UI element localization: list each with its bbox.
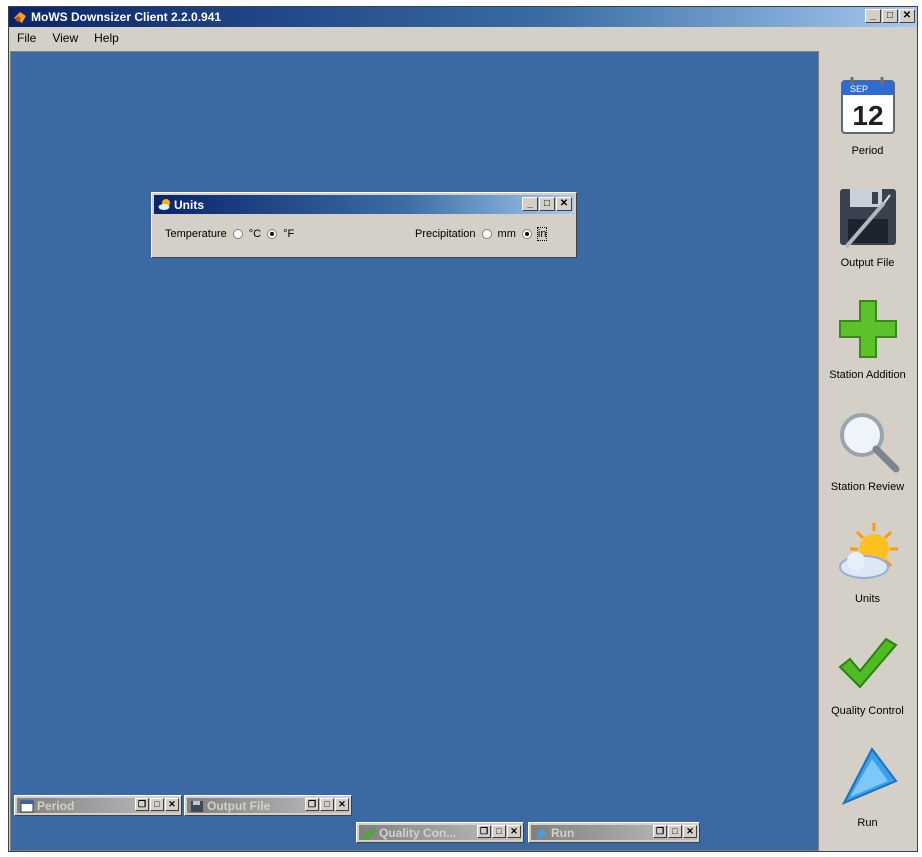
tool-period-label: Period — [851, 145, 884, 157]
run-maximize-button[interactable]: □ — [668, 825, 682, 838]
sun-cloud-icon — [838, 523, 898, 579]
app-title: MoWS Downsizer Client 2.2.0.941 — [31, 10, 222, 24]
radio-mm[interactable] — [481, 229, 492, 239]
quality-control-restore-button[interactable]: ❐ — [477, 825, 491, 838]
in-label: in — [536, 227, 548, 241]
tool-output-file[interactable]: Output File — [820, 185, 915, 297]
tool-quality-control[interactable]: Quality Control — [820, 633, 915, 745]
close-button[interactable]: ✕ — [899, 9, 915, 23]
minimized-quality-control-window[interactable]: Quality Con... ❐ □ ✕ — [356, 822, 524, 843]
tool-station-addition[interactable]: Station Addition — [820, 297, 915, 409]
units-window-titlebar[interactable]: Units _ □ ✕ — [154, 195, 574, 214]
maximize-button[interactable]: □ — [882, 9, 898, 23]
menu-file[interactable]: File — [15, 31, 38, 45]
quality-control-close-button[interactable]: ✕ — [507, 825, 521, 838]
calendar-month-text: SEP — [850, 84, 868, 94]
period-maximize-button[interactable]: □ — [150, 798, 164, 811]
units-window-title: Units — [174, 198, 204, 212]
tool-units[interactable]: Units — [820, 521, 915, 633]
play-triangle-icon — [841, 747, 898, 806]
run-restore-button[interactable]: ❐ — [653, 825, 667, 838]
magnifier-icon — [839, 413, 899, 473]
main-titlebar[interactable]: MoWS Downsizer Client 2.2.0.941 _ □ ✕ — [9, 7, 917, 27]
calendar-icon: SEP 12 — [840, 77, 895, 134]
calendar-day-text: 12 — [852, 100, 883, 131]
tool-run[interactable]: Run — [820, 745, 915, 857]
minimized-output-file-window[interactable]: Output File ❐ □ ✕ — [184, 795, 352, 816]
tool-quality-control-label: Quality Control — [831, 705, 904, 717]
period-restore-button[interactable]: ❐ — [135, 798, 149, 811]
fahrenheit-label: °F — [283, 228, 295, 240]
units-maximize-button[interactable]: □ — [539, 197, 555, 211]
minimized-output-file-title: Output File — [207, 799, 271, 813]
menu-view[interactable]: View — [50, 31, 80, 45]
calendar-icon — [20, 800, 34, 813]
menu-help[interactable]: Help — [92, 31, 121, 45]
plus-icon — [838, 300, 897, 358]
main-window: MoWS Downsizer Client 2.2.0.941 _ □ ✕ Fi… — [8, 6, 918, 852]
checkmark-icon — [362, 828, 376, 840]
units-minimize-button[interactable]: _ — [522, 197, 538, 211]
celsius-label: °C — [248, 228, 262, 240]
mm-label: mm — [497, 228, 516, 240]
tool-units-label: Units — [854, 593, 881, 605]
output-file-restore-button[interactable]: ❐ — [305, 798, 319, 811]
output-file-maximize-button[interactable]: □ — [320, 798, 334, 811]
mdi-workspace: Units _ □ ✕ Temperature °C °F Precipitat… — [10, 51, 819, 851]
minimized-run-window[interactable]: Run ❐ □ ✕ — [528, 822, 700, 843]
quality-control-maximize-button[interactable]: □ — [492, 825, 506, 838]
radio-in[interactable] — [521, 229, 532, 239]
tool-run-label: Run — [857, 817, 878, 829]
sun-cloud-icon — [158, 199, 170, 210]
tool-station-addition-label: Station Addition — [829, 369, 906, 381]
period-close-button[interactable]: ✕ — [165, 798, 179, 811]
output-file-close-button[interactable]: ✕ — [335, 798, 349, 811]
checkmark-icon — [838, 637, 898, 689]
tool-period[interactable]: SEP 12 Period — [820, 73, 915, 185]
minimize-button[interactable]: _ — [865, 9, 881, 23]
run-close-button[interactable]: ✕ — [683, 825, 697, 838]
units-window[interactable]: Units _ □ ✕ Temperature °C °F Precipitat… — [151, 192, 577, 258]
tool-station-review-label: Station Review — [830, 481, 905, 493]
radio-fahrenheit[interactable] — [267, 229, 278, 239]
radio-celsius[interactable] — [232, 229, 243, 239]
precipitation-label: Precipitation — [415, 228, 476, 240]
floppy-disk-icon — [191, 801, 203, 812]
menu-bar: File View Help — [9, 28, 917, 48]
temperature-label: Temperature — [165, 228, 227, 240]
minimized-period-title: Period — [37, 799, 75, 813]
app-icon — [14, 12, 26, 23]
units-close-button[interactable]: ✕ — [556, 197, 572, 211]
floppy-disk-icon — [839, 189, 896, 249]
tool-output-file-label: Output File — [840, 257, 895, 269]
play-triangle-icon — [536, 828, 546, 839]
tool-station-review[interactable]: Station Review — [820, 409, 915, 521]
minimized-quality-control-title: Quality Con... — [379, 826, 457, 840]
minimized-period-window[interactable]: Period ❐ □ ✕ — [14, 795, 182, 816]
tool-sidebar: SEP 12 Period Output File Station Additi… — [820, 51, 915, 851]
minimized-run-title: Run — [551, 826, 575, 840]
